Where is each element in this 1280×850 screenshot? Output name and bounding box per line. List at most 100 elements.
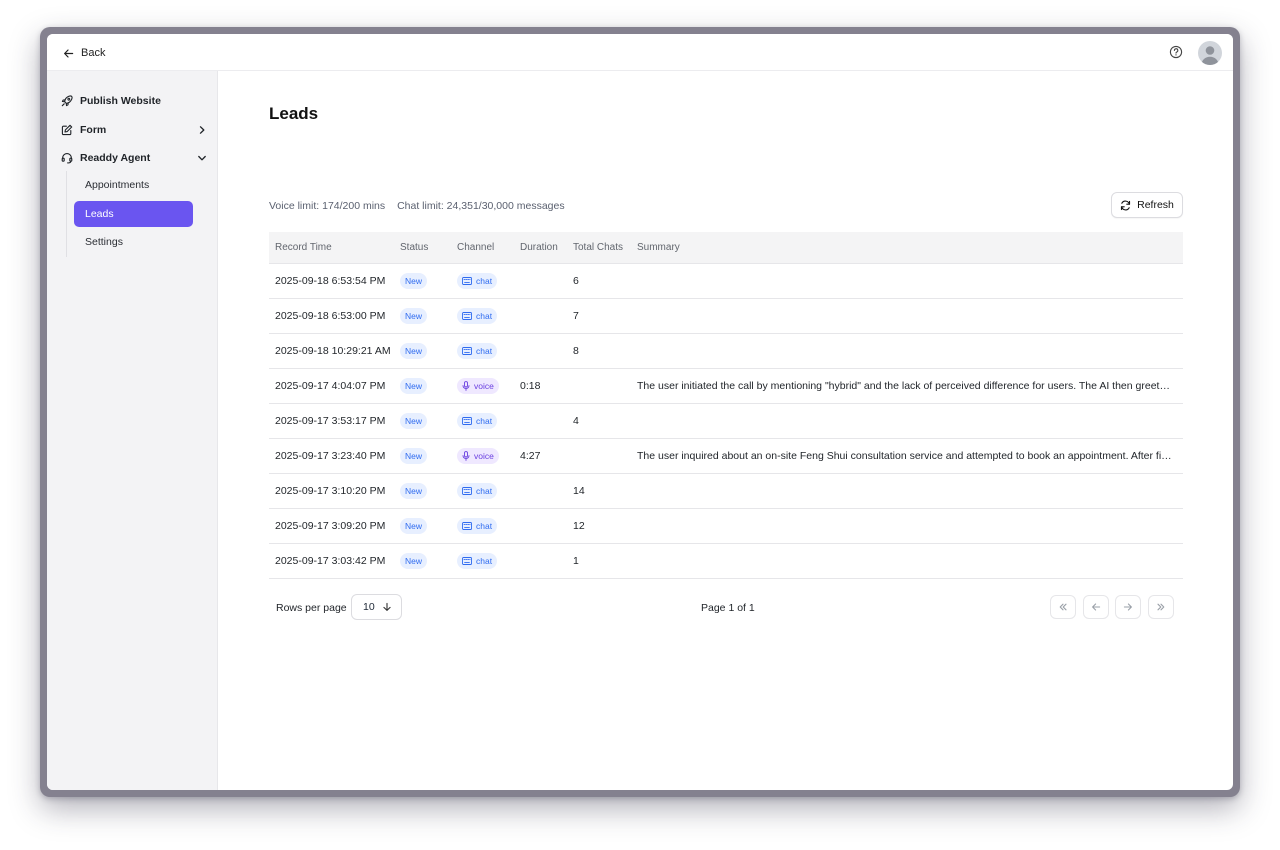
rows-per-page-value: 10 (363, 601, 375, 613)
duration-cell: 4:27 (520, 450, 541, 462)
keyboard-icon (462, 347, 472, 355)
back-button[interactable]: Back (63, 43, 105, 63)
channel-cell: chat (457, 343, 520, 359)
arrow-down-icon (383, 602, 391, 611)
total-chats-cell: 12 (573, 520, 585, 532)
status-badge: New (400, 273, 428, 289)
keyboard-icon (462, 557, 472, 565)
channel-cell: chat (457, 553, 520, 569)
microphone-icon (462, 381, 470, 391)
status-badge: New (400, 483, 428, 499)
channel-badge: voice (457, 448, 499, 464)
first-page-button[interactable] (1050, 595, 1076, 619)
microphone-icon (462, 451, 470, 461)
column-header-channel[interactable]: Channel (457, 242, 520, 253)
column-header-record-time[interactable]: Record Time (269, 242, 400, 253)
channel-cell: voice (457, 448, 520, 464)
table-row[interactable]: 2025-09-17 3:09:20 PM New chat 12 (269, 509, 1183, 544)
rows-per-page-label: Rows per page (276, 602, 347, 614)
chevrons-right-icon (1157, 603, 1165, 611)
previous-page-button[interactable] (1083, 595, 1109, 619)
avatar-silhouette (1201, 46, 1219, 65)
chevrons-left-icon (1059, 603, 1067, 611)
record-time-cell: 2025-09-18 6:53:54 PM (275, 275, 386, 287)
record-time-cell: 2025-09-18 10:29:21 AM (275, 345, 391, 357)
total-chats-cell: 4 (573, 415, 579, 427)
next-page-button[interactable] (1115, 595, 1141, 619)
record-time-cell: 2025-09-17 3:03:42 PM (275, 555, 386, 567)
chevron-right-icon (199, 126, 205, 134)
arrow-left-icon (64, 48, 74, 58)
arrow-right-icon (1123, 603, 1132, 611)
headset-icon (61, 153, 73, 164)
nav-publish-website[interactable]: Publish Website (61, 90, 209, 112)
column-header-duration[interactable]: Duration (520, 242, 571, 253)
chat-limit-text: Chat limit: 24,351/30,000 messages (397, 200, 565, 212)
status-badge: New (400, 308, 428, 324)
status-badge: New (400, 343, 428, 359)
edit-square-icon (61, 124, 73, 136)
table-row[interactable]: 2025-09-17 3:10:20 PM New chat 14 (269, 474, 1183, 509)
nav-form[interactable]: Form (61, 119, 209, 141)
table-row[interactable]: 2025-09-18 6:53:00 PM New chat 7 (269, 299, 1183, 334)
channel-label: chat (476, 276, 493, 286)
channel-badge: chat (457, 343, 498, 359)
total-chats-cell: 7 (573, 310, 579, 322)
table-row[interactable]: 2025-09-17 3:53:17 PM New chat 4 (269, 404, 1183, 439)
help-circle-icon[interactable] (1169, 45, 1183, 59)
channel-cell: chat (457, 273, 520, 289)
status-badge: New (400, 518, 428, 534)
page-title: Leads (269, 104, 319, 123)
channel-label: chat (476, 521, 493, 531)
record-time-cell: 2025-09-17 3:10:20 PM (275, 485, 386, 497)
status-badge: New (400, 413, 428, 429)
total-chats-cell: 14 (573, 485, 585, 497)
main-content: Leads Voice limit: 174/200 mins Chat lim… (218, 71, 1233, 790)
status-cell: New (400, 553, 457, 569)
table-row[interactable]: 2025-09-18 6:53:54 PM New chat 6 (269, 264, 1183, 299)
table-row[interactable]: 2025-09-17 3:23:40 PM New voice 4:27 The use… (269, 439, 1183, 474)
channel-cell: chat (457, 483, 520, 499)
table-header: Record Time Status Channel Duration Tota… (269, 232, 1183, 264)
sidebar-item-appointments[interactable]: Appointments (74, 172, 193, 198)
keyboard-icon (462, 522, 472, 530)
refresh-button[interactable]: Refresh (1111, 192, 1183, 218)
table-row[interactable]: 2025-09-18 10:29:21 AM New chat 8 (269, 334, 1183, 369)
last-page-button[interactable] (1148, 595, 1174, 619)
channel-badge: chat (457, 483, 498, 499)
sidebar-item-leads[interactable]: Leads (74, 201, 193, 227)
status-badge: New (400, 553, 428, 569)
rows-per-page-select[interactable]: 10 (351, 594, 402, 620)
submenu-guide-line (66, 171, 67, 257)
table-row[interactable]: 2025-09-17 3:03:42 PM New chat 1 (269, 544, 1183, 579)
user-avatar-icon[interactable] (1198, 41, 1222, 65)
column-header-summary[interactable]: Summary (637, 242, 1183, 253)
channel-label: voice (474, 381, 494, 391)
nav-form-label: Form (80, 124, 107, 136)
rocket-icon (61, 95, 73, 107)
channel-cell: chat (457, 308, 520, 324)
status-cell: New (400, 518, 457, 534)
sidebar-item-settings[interactable]: Settings (74, 229, 193, 255)
status-cell: New (400, 308, 457, 324)
status-cell: New (400, 273, 457, 289)
status-cell: New (400, 413, 457, 429)
column-header-status[interactable]: Status (400, 242, 457, 253)
status-cell: New (400, 378, 457, 394)
channel-badge: voice (457, 378, 499, 394)
channel-badge: chat (457, 273, 498, 289)
page-info: Page 1 of 1 (701, 602, 755, 614)
channel-cell: chat (457, 413, 520, 429)
leads-table: Record Time Status Channel Duration Tota… (269, 232, 1183, 579)
summary-cell: The user inquired about an on-site Feng … (637, 450, 1172, 462)
table-row[interactable]: 2025-09-17 4:04:07 PM New voice 0:18 The use… (269, 369, 1183, 404)
status-cell: New (400, 448, 457, 464)
total-chats-cell: 6 (573, 275, 579, 287)
nav-readdy-agent[interactable]: Readdy Agent (61, 147, 209, 169)
channel-badge: chat (457, 413, 498, 429)
nav-agent-label: Readdy Agent (80, 152, 151, 164)
channel-badge: chat (457, 518, 498, 534)
usage-limits: Voice limit: 174/200 mins Chat limit: 24… (269, 200, 565, 212)
record-time-cell: 2025-09-17 3:23:40 PM (275, 450, 386, 462)
column-header-total-chats[interactable]: Total Chats (571, 242, 637, 253)
